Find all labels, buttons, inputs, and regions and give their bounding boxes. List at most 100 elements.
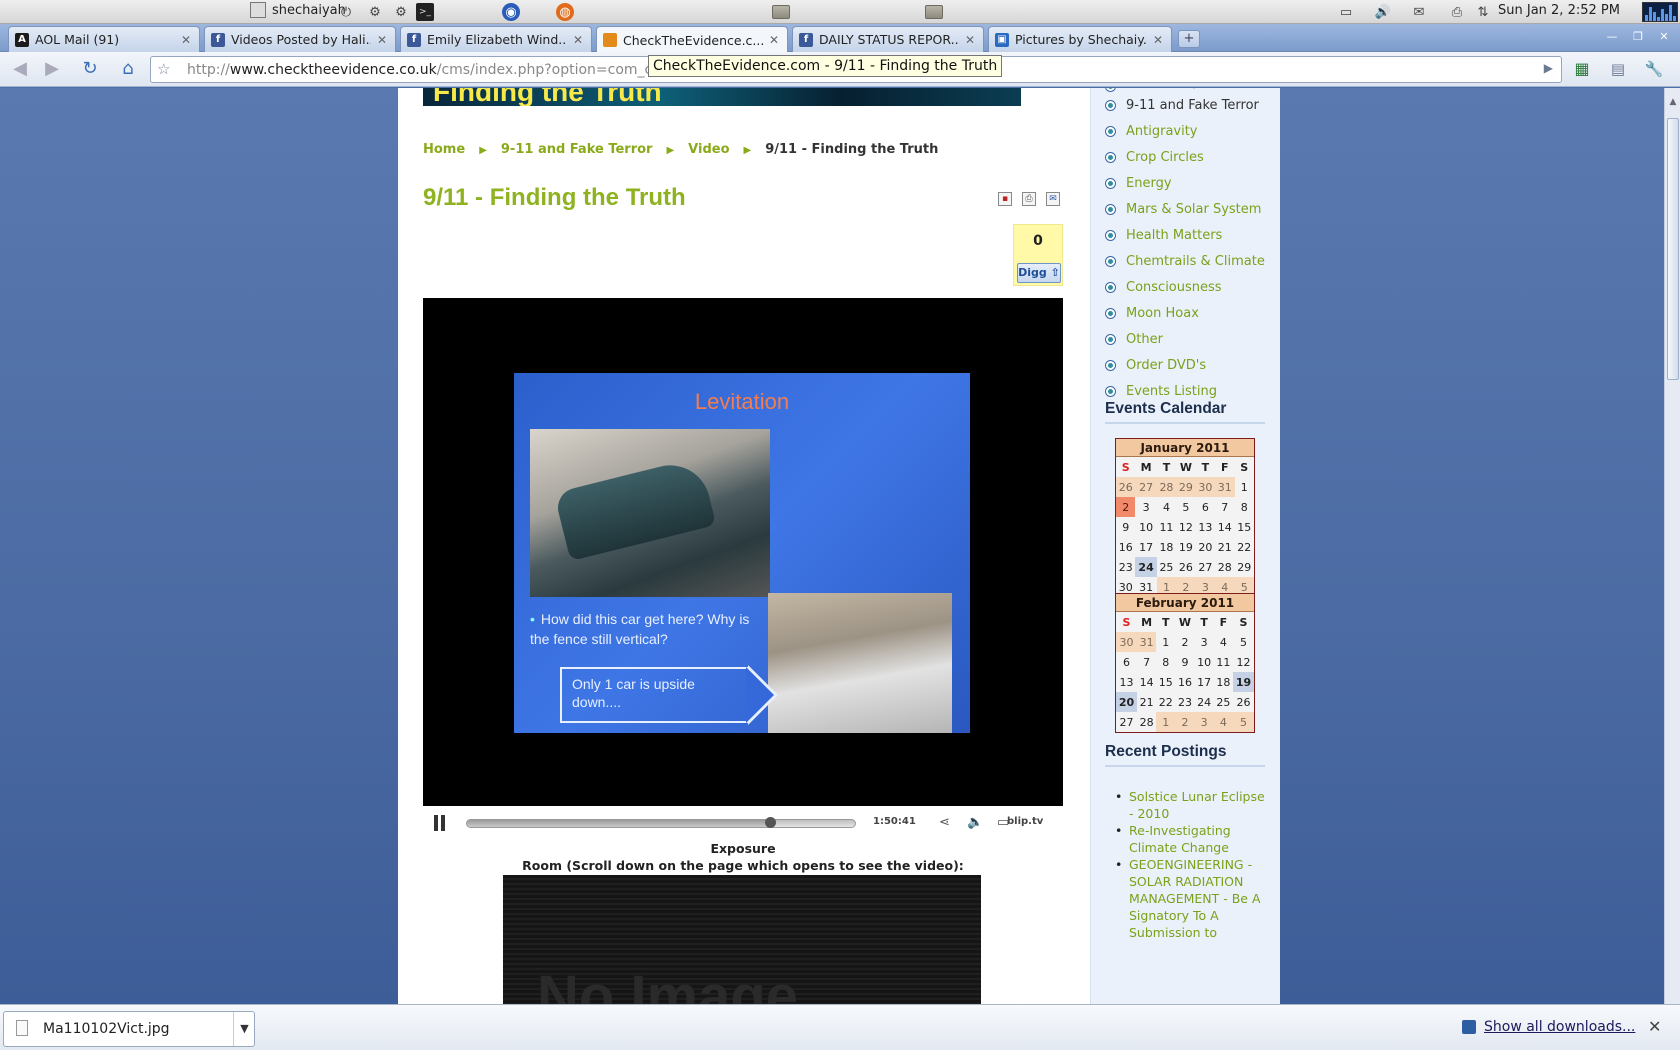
close-tab-icon[interactable]: ✕: [1153, 33, 1163, 47]
calendar-day[interactable]: 9: [1116, 517, 1135, 537]
calendar-day[interactable]: 14: [1137, 672, 1156, 692]
calendar-day[interactable]: 10: [1195, 652, 1214, 672]
calendar-day[interactable]: 1: [1156, 632, 1175, 652]
breadcrumb-category[interactable]: Video: [688, 142, 729, 157]
calendar-day[interactable]: 16: [1175, 672, 1194, 692]
power-icon[interactable]: ⏻: [337, 3, 355, 21]
calendar-day[interactable]: 3: [1194, 712, 1214, 732]
calendar-day[interactable]: 9: [1175, 652, 1194, 672]
calendar-day[interactable]: 28: [1137, 712, 1156, 732]
calendar-day[interactable]: 28: [1215, 557, 1234, 577]
sidebar-menu-item[interactable]: Crop Circles: [1105, 144, 1265, 170]
chromium-icon[interactable]: ◉: [502, 3, 520, 21]
breadcrumb-section[interactable]: 9-11 and Fake Terror: [501, 142, 653, 157]
calendar-day[interactable]: 22: [1235, 537, 1254, 557]
seek-bar[interactable]: [466, 817, 856, 828]
system-monitor[interactable]: [1642, 2, 1678, 22]
bookmark-star-icon[interactable]: ☆: [157, 60, 170, 78]
calendar-day[interactable]: 16: [1116, 537, 1135, 557]
recent-post-link[interactable]: Solstice Lunar Eclipse - 2010: [1115, 788, 1269, 822]
folder-icon[interactable]: [772, 5, 790, 19]
calendar-day[interactable]: 20: [1116, 692, 1137, 712]
calendar-day[interactable]: 11: [1214, 652, 1233, 672]
sidebar-menu-item[interactable]: Antigravity: [1105, 118, 1265, 144]
calendar-day[interactable]: 18: [1214, 672, 1233, 692]
calendar-day[interactable]: 27: [1135, 477, 1157, 497]
calendar-day[interactable]: 8: [1156, 652, 1175, 672]
calendar-day[interactable]: 22: [1156, 692, 1175, 712]
calendar-day[interactable]: 14: [1215, 517, 1234, 537]
digg-button[interactable]: Digg ⇧: [1017, 263, 1061, 283]
calendar-day[interactable]: 31: [1215, 477, 1235, 497]
sidebar-menu-item[interactable]: Consciousness: [1105, 274, 1265, 300]
calendar-day[interactable]: 6: [1116, 652, 1137, 672]
print-icon[interactable]: ⎙: [1022, 192, 1036, 206]
calendar-day[interactable]: 11: [1157, 517, 1176, 537]
network-icon[interactable]: ⇅: [1474, 3, 1492, 21]
volume-icon[interactable]: 🔊: [1374, 3, 1392, 21]
calendar-day[interactable]: 15: [1156, 672, 1175, 692]
sidebar-menu-item[interactable]: Mars & Solar System: [1105, 196, 1265, 222]
seek-handle[interactable]: [764, 817, 776, 828]
go-arrow-icon[interactable]: ▶: [1544, 61, 1553, 75]
calendar-day[interactable]: 20: [1196, 537, 1215, 557]
close-shelf-icon[interactable]: ✕: [1648, 1017, 1661, 1036]
calendar-day[interactable]: 25: [1214, 692, 1233, 712]
extension-icon[interactable]: ▦: [1570, 58, 1594, 82]
calendar-day[interactable]: 12: [1233, 652, 1254, 672]
calendar-day[interactable]: 2: [1175, 712, 1195, 732]
download-item[interactable]: Ma110102Vict.jpg ▼: [3, 1011, 255, 1047]
tab-emily[interactable]: f Emily Elizabeth Wind... ✕: [400, 26, 592, 52]
calendar-day[interactable]: 2: [1175, 632, 1194, 652]
recent-post-link[interactable]: Re-Investigating Climate Change: [1115, 822, 1269, 856]
scrollbar-thumb[interactable]: [1667, 118, 1679, 380]
close-tab-icon[interactable]: ✕: [769, 33, 779, 47]
calendar-day[interactable]: 7: [1215, 497, 1234, 517]
folder-icon[interactable]: [925, 5, 943, 19]
system-tools-icon[interactable]: ⚙: [392, 3, 410, 21]
calendar-day[interactable]: 23: [1116, 557, 1135, 577]
terminal-icon[interactable]: >_: [416, 3, 434, 21]
calendar-day[interactable]: 31: [1137, 632, 1157, 652]
calendar-day[interactable]: 24: [1135, 557, 1157, 577]
calendar-day[interactable]: 3: [1195, 632, 1214, 652]
calendar-day[interactable]: 5: [1233, 632, 1254, 652]
recent-post-link[interactable]: GEOENGINEERING - SOLAR RADIATION MANAGEM…: [1115, 856, 1269, 941]
calendar-day[interactable]: 1: [1156, 712, 1176, 732]
calendar-day[interactable]: 26: [1176, 557, 1195, 577]
scroll-up-icon[interactable]: ▲: [1665, 88, 1680, 116]
calendar-day[interactable]: 5: [1176, 497, 1195, 517]
vertical-scrollbar[interactable]: ▲: [1664, 88, 1680, 1004]
tab-pictures[interactable]: ▣ Pictures by Shechaiy... ✕: [988, 26, 1172, 52]
calendar-day[interactable]: 29: [1176, 477, 1196, 497]
calendar-day[interactable]: 15: [1235, 517, 1254, 537]
display-icon[interactable]: ▭: [1337, 3, 1355, 21]
blip-tv-link[interactable]: blip.tv: [1007, 816, 1043, 827]
video-player[interactable]: Levitation How did this car get here? Wh…: [423, 298, 1063, 806]
clock[interactable]: Sun Jan 2, 2:52 PM: [1498, 3, 1620, 18]
sidebar-menu-item[interactable]: Other: [1105, 326, 1265, 352]
calendar-day[interactable]: 30: [1195, 477, 1216, 497]
calendar-day[interactable]: 2: [1116, 497, 1136, 517]
calendar-day[interactable]: 26: [1116, 477, 1136, 497]
tab-daily-status[interactable]: f DAILY STATUS REPOR... ✕: [792, 26, 984, 52]
calendar-day[interactable]: 21: [1137, 692, 1156, 712]
close-tab-icon[interactable]: ✕: [573, 33, 583, 47]
sidebar-menu-item[interactable]: Chemtrails & Climate: [1105, 248, 1265, 274]
calendar-day[interactable]: 19: [1232, 672, 1254, 692]
calendar-day[interactable]: 17: [1135, 537, 1156, 557]
settings-gear-icon[interactable]: ⚙: [366, 3, 384, 21]
email-icon[interactable]: ✉: [1046, 192, 1060, 206]
calendar-day[interactable]: 4: [1214, 632, 1233, 652]
calendar-day[interactable]: 29: [1235, 557, 1254, 577]
calendar-day[interactable]: 13: [1116, 672, 1137, 692]
page-menu-icon[interactable]: ▤: [1606, 58, 1630, 82]
close-tab-icon[interactable]: ✕: [181, 33, 191, 47]
tab-checktheevidence[interactable]: CheckTheEvidence.c... ✕: [596, 26, 788, 53]
show-all-downloads-link[interactable]: Show all downloads...: [1462, 1019, 1635, 1035]
close-tab-icon[interactable]: ✕: [377, 33, 387, 47]
back-arrow-icon[interactable]: ◀: [8, 58, 32, 82]
close-tab-icon[interactable]: ✕: [965, 33, 975, 47]
reload-icon[interactable]: ↻: [78, 58, 102, 82]
calendar-day[interactable]: 26: [1233, 692, 1254, 712]
